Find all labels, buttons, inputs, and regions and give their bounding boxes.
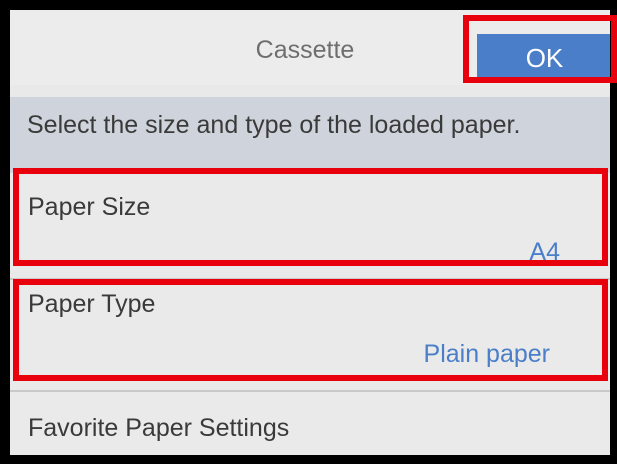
page-title: Cassette: [255, 36, 355, 64]
header: Cassette OK: [10, 10, 610, 85]
instruction-message: Select the size and type of the loaded p…: [10, 97, 610, 173]
paper-type-value: Plain paper: [423, 340, 550, 368]
paper-size-value: A4: [529, 238, 560, 266]
paper-type-setting[interactable]: Paper Type Plain paper: [10, 282, 610, 390]
printer-screen: Cassette OK Select the size and type of …: [10, 10, 610, 455]
paper-size-setting[interactable]: Paper Size A4: [10, 176, 610, 272]
ok-button[interactable]: OK: [477, 34, 610, 82]
favorite-paper-settings[interactable]: Favorite Paper Settings: [10, 392, 610, 455]
paper-type-label: Paper Type: [28, 290, 156, 318]
favorite-paper-settings-label: Favorite Paper Settings: [28, 414, 290, 442]
paper-size-label: Paper Size: [28, 193, 151, 221]
divider: [10, 278, 610, 280]
